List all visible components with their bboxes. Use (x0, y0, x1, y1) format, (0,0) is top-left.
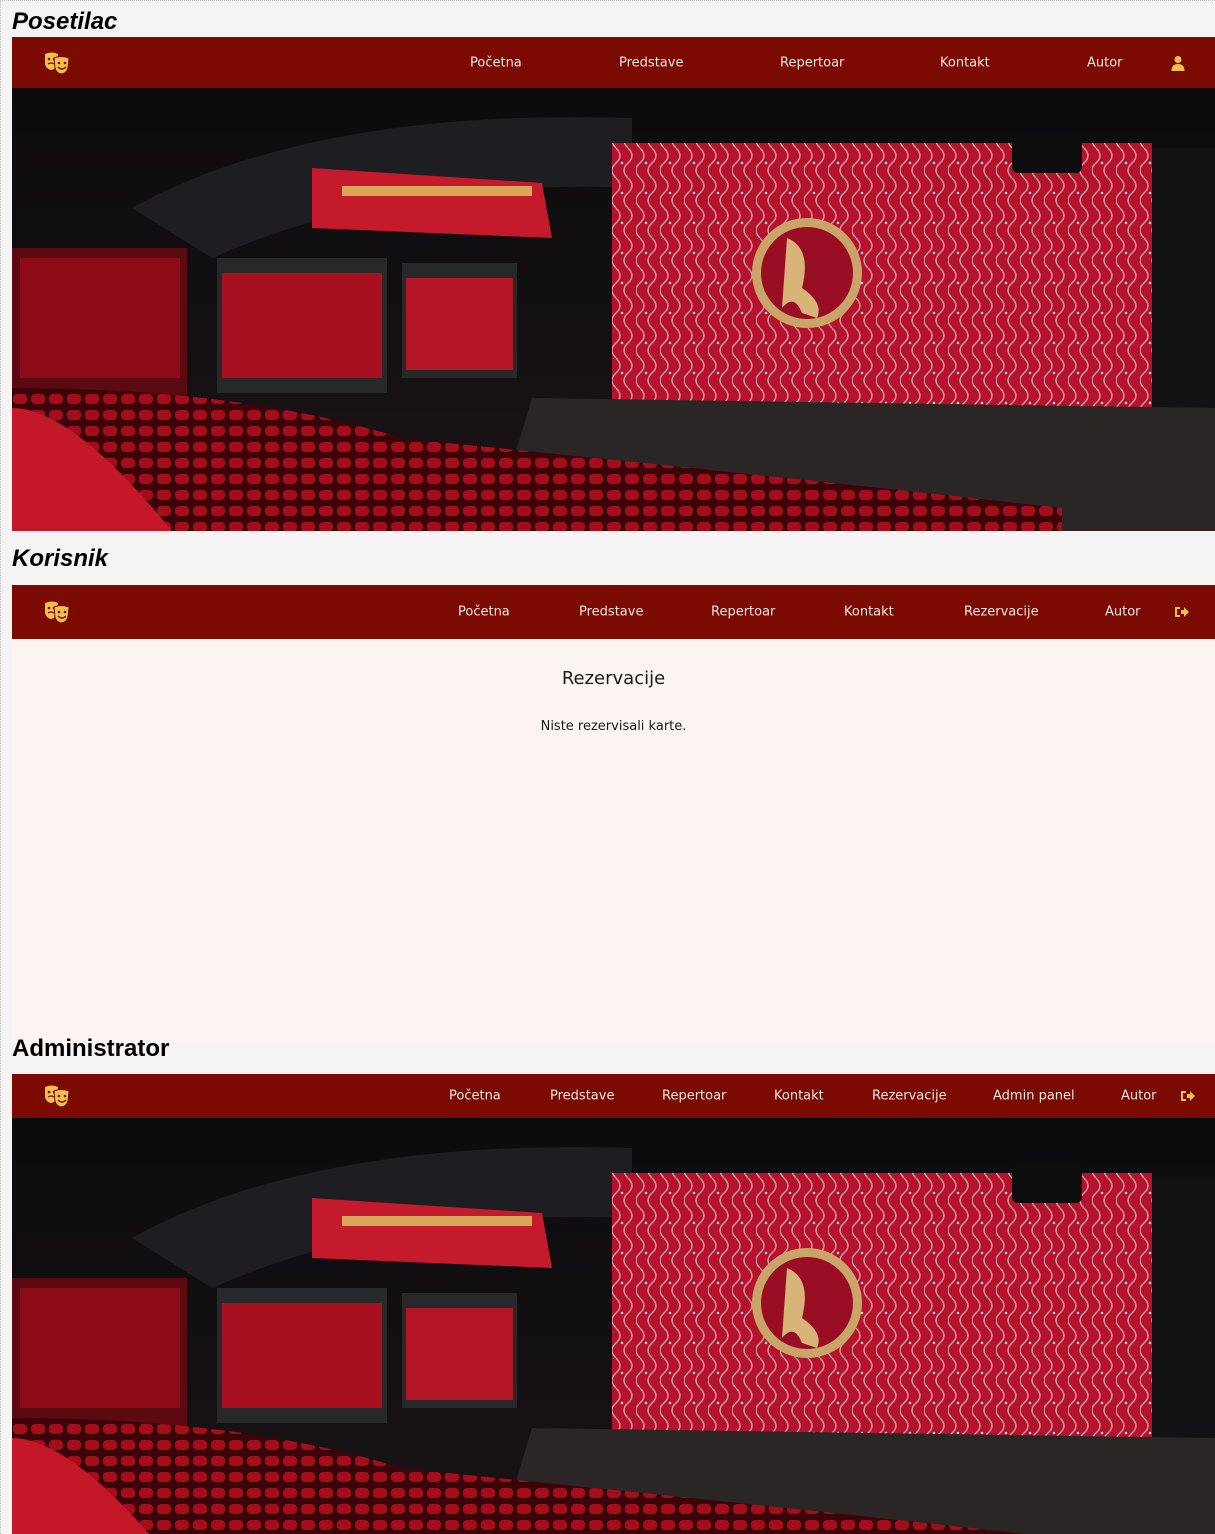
visitor-navbar: Početna Predstave Repertoar Kontakt Auto… (12, 37, 1215, 88)
nav-item-kontakt[interactable]: Kontakt (774, 1089, 824, 1104)
logout-icon[interactable] (1180, 1088, 1196, 1104)
theater-masks-icon[interactable] (42, 1084, 72, 1108)
nav-item-pocetna[interactable]: Početna (449, 1089, 501, 1104)
nav-item-predstave[interactable]: Predstave (579, 605, 643, 620)
nav-item-pocetna[interactable]: Početna (458, 605, 510, 620)
theater-hero-image (12, 1118, 1215, 1534)
nav-item-kontakt[interactable]: Kontakt (844, 605, 894, 620)
nav-item-rezervacije[interactable]: Rezervacije (964, 605, 1039, 620)
nav-item-pocetna[interactable]: Početna (470, 55, 522, 70)
nav-item-autor[interactable]: Autor (1121, 1089, 1157, 1104)
nav-item-repertoar[interactable]: Repertoar (662, 1089, 726, 1104)
admin-navbar: Početna Predstave Repertoar Kontakt Reze… (12, 1074, 1215, 1118)
logout-icon[interactable] (1174, 604, 1190, 620)
nav-item-predstave[interactable]: Predstave (550, 1089, 614, 1104)
theater-masks-icon[interactable] (42, 51, 72, 75)
nav-item-autor[interactable]: Autor (1105, 605, 1141, 620)
theater-masks-icon[interactable] (42, 600, 72, 624)
nav-item-autor[interactable]: Autor (1087, 55, 1123, 70)
nav-item-repertoar[interactable]: Repertoar (780, 55, 844, 70)
nav-item-repertoar[interactable]: Repertoar (711, 605, 775, 620)
nav-item-kontakt[interactable]: Kontakt (940, 55, 990, 70)
reservations-panel: Rezervacije Niste rezervisali karte. (12, 639, 1215, 1044)
section-title-admin: Administrator (12, 1035, 170, 1062)
reservations-empty-message: Niste rezervisali karte. (540, 719, 687, 734)
reservations-title: Rezervacije (561, 668, 666, 689)
user-navbar: Početna Predstave Repertoar Kontakt Reze… (12, 585, 1215, 639)
nav-item-rezervacije[interactable]: Rezervacije (872, 1089, 947, 1104)
nav-item-predstave[interactable]: Predstave (619, 55, 683, 70)
nav-item-admin-panel[interactable]: Admin panel (993, 1089, 1075, 1104)
section-title-user: Korisnik (12, 545, 109, 572)
theater-hero-image (12, 88, 1215, 531)
user-icon[interactable] (1170, 55, 1186, 71)
section-title-visitor: Posetilac (12, 8, 118, 35)
